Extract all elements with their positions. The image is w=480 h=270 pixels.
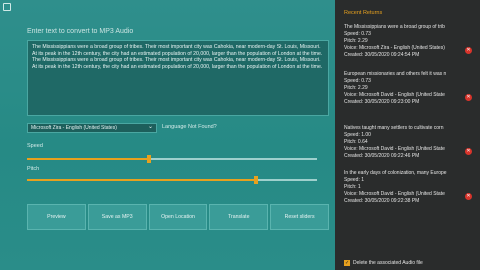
recent-entry[interactable]: In the early days of colonization, many … [344,170,474,215]
language-not-found-link[interactable]: Language Not Found? [162,124,217,130]
entry-text: European missionaries and others felt it… [344,71,447,77]
entry-pitch: Pitch: 2.29 [344,85,368,91]
delete-audio-label: Delete the associated Audio file [353,260,423,266]
entry-speed: Speed: 0.73 [344,78,371,84]
window-icon [3,3,11,11]
reset-sliders-button[interactable]: Reset sliders [270,204,329,230]
entry-pitch: Pitch: 1 [344,184,361,190]
translate-button[interactable]: Translate [209,204,269,230]
voice-dropdown-value: Microsoft Zira - English (United States) [31,125,117,131]
speed-slider[interactable] [27,155,317,163]
entry-created: Created: 30/05/2020 09:23:00 PM [344,99,420,105]
entry-speed: Speed: 1.00 [344,132,371,138]
pitch-label: Pitch [27,166,40,172]
chevron-down-icon: ⌄ [147,124,153,130]
text-input-area[interactable]: The Mississippians were a broad group of… [27,40,329,116]
recent-returns-title: Recent Returns [344,10,383,16]
delete-icon[interactable]: ✕ [465,148,472,155]
entry-speed: Speed: 0.73 [344,31,371,37]
voice-dropdown[interactable]: Microsoft Zira - English (United States)… [27,123,157,133]
action-button-bar: Preview Save as MP3 Open Location Transl… [27,204,329,230]
text-prompt-label: Enter text to convert to MP3 Audio [27,28,134,35]
speed-slider-thumb[interactable] [146,155,151,163]
speed-slider-fill [27,158,149,160]
entry-voice: Voice: Microsoft Zira - English (United … [344,45,445,51]
entry-voice: Voice: Microsoft David - English (United… [344,191,445,197]
recent-entry[interactable]: Natives taught many settlers to cultivat… [344,125,474,170]
main-panel: Enter text to convert to MP3 Audio The M… [0,0,335,270]
open-location-button[interactable]: Open Location [148,204,208,230]
preview-button[interactable]: Preview [27,204,86,230]
pitch-slider-fill [27,179,257,181]
entry-speed: Speed: 1 [344,177,365,183]
delete-icon[interactable]: ✕ [465,47,472,54]
entry-text: Natives taught many settlers to cultivat… [344,125,444,131]
check-icon: ✓ [345,260,350,266]
pitch-slider[interactable] [27,176,317,184]
recent-returns-sidebar: Recent Returns The Mississippians were a… [335,0,480,270]
recent-entry[interactable]: European missionaries and others felt it… [344,71,474,116]
save-as-mp3-button[interactable]: Save as MP3 [87,204,147,230]
delete-audio-option[interactable]: ✓ Delete the associated Audio file [344,260,423,266]
entry-created: Created: 30/05/2020 09:22:46 PM [344,153,420,159]
delete-icon[interactable]: ✕ [465,193,472,200]
speed-label: Speed [27,143,43,149]
entry-voice: Voice: Microsoft David - English (United… [344,146,445,152]
entry-created: Created: 30/05/2020 09:22:38 PM [344,198,420,204]
entry-pitch: Pitch: 2.29 [344,38,368,44]
entry-text: The Mississippians were a broad group of… [344,24,445,30]
recent-entry[interactable]: The Mississippians were a broad group of… [344,24,474,69]
entry-text: In the early days of colonization, many … [344,170,447,176]
delete-icon[interactable]: ✕ [465,94,472,101]
entry-created: Created: 30/05/2020 09:24:54 PM [344,52,420,58]
entry-pitch: Pitch: 0.64 [344,139,368,145]
delete-audio-checkbox[interactable]: ✓ [344,260,350,266]
entry-voice: Voice: Microsoft David - English (United… [344,92,445,98]
pitch-slider-thumb[interactable] [254,176,259,184]
